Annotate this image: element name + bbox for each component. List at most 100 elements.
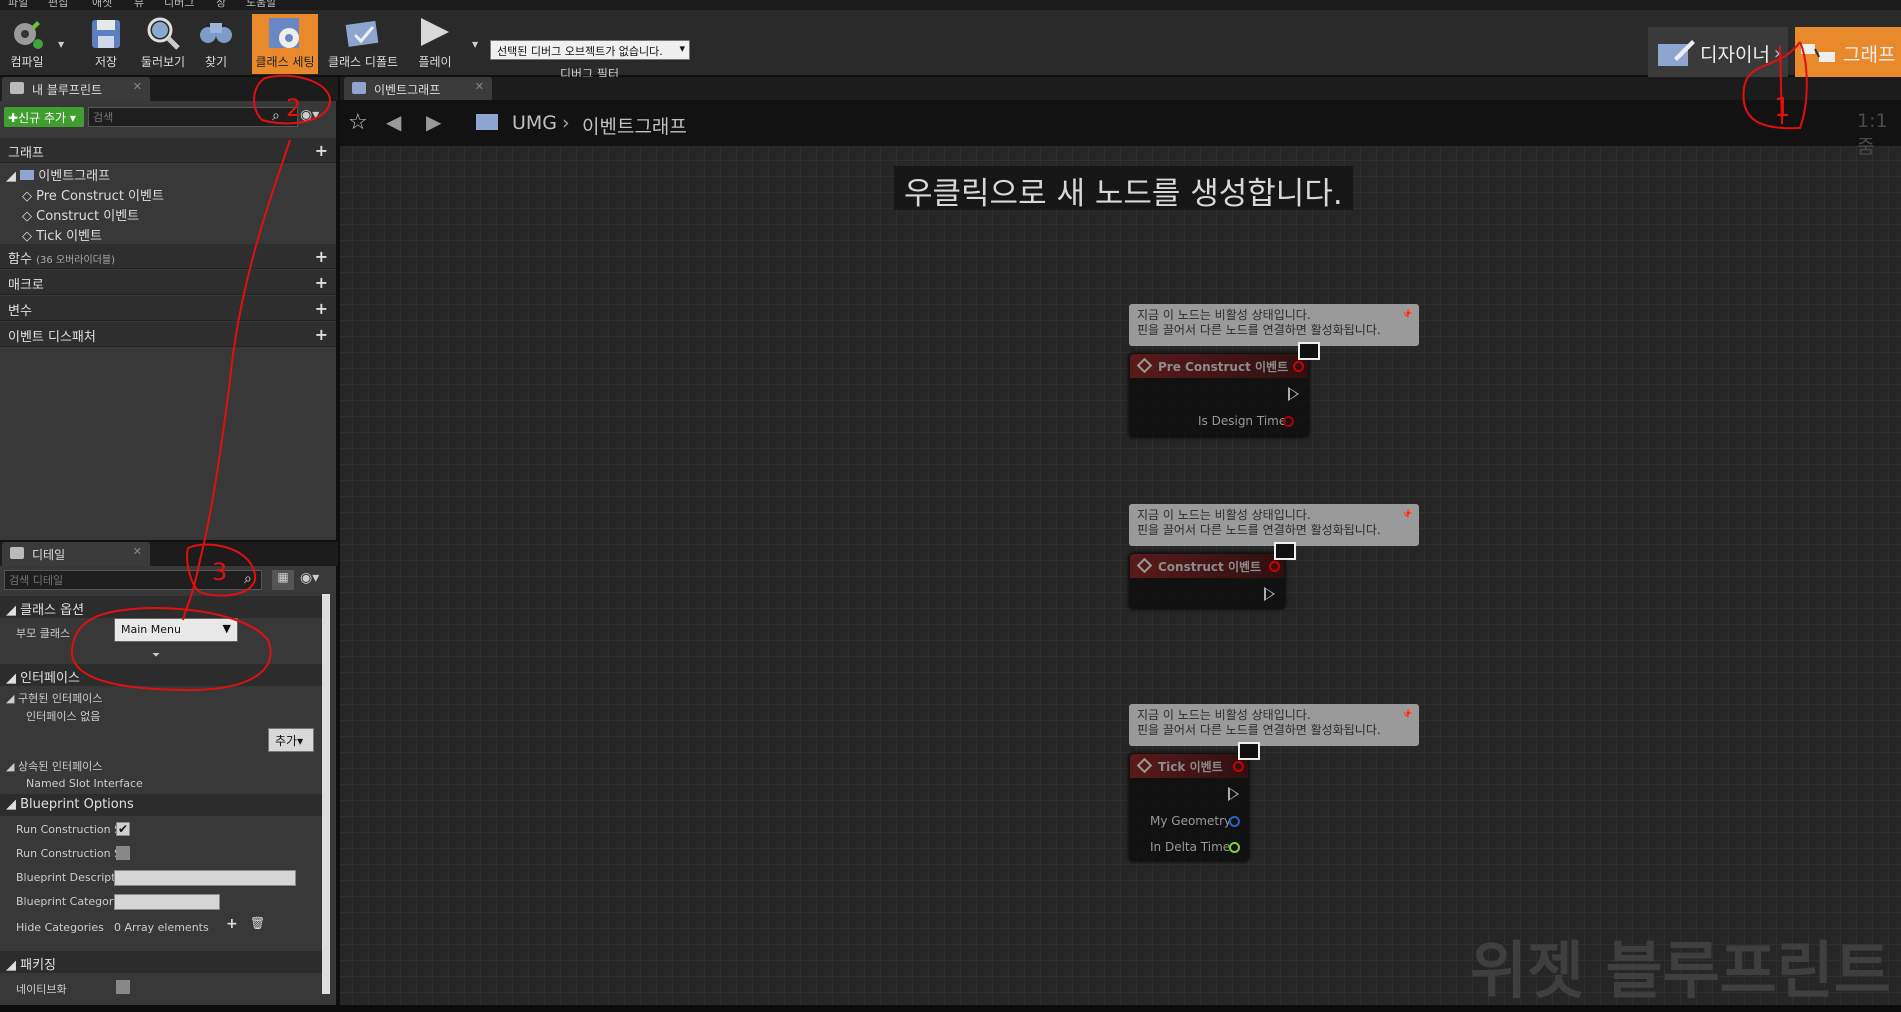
graph-icon xyxy=(20,170,35,180)
variables-section-header[interactable]: 변수 + xyxy=(0,296,336,321)
tree-item-construct[interactable]: ◇ Construct 이벤트 xyxy=(22,205,139,224)
breadcrumb-current[interactable]: 이벤트그래프 xyxy=(582,112,687,139)
book-icon xyxy=(10,82,24,94)
no-interfaces-label: 인터페이스 없음 xyxy=(26,710,101,723)
magnifier-icon xyxy=(147,17,180,50)
parent-class-dropdown[interactable]: Main Menu ▼ xyxy=(114,618,238,642)
breadcrumb-separator-icon: › xyxy=(562,112,570,134)
save-button[interactable]: 저장 xyxy=(80,14,132,74)
close-icon[interactable]: ✕ xyxy=(475,80,484,93)
add-interface-button[interactable]: 추가▾ xyxy=(268,728,314,752)
bool-output-pin[interactable] xyxy=(1283,416,1294,427)
blueprint-description-label: Blueprint Descriptio xyxy=(16,871,126,884)
event-node-construct[interactable]: Construct 이벤트 xyxy=(1129,553,1285,609)
run-construction-checkbox-1[interactable]: ✔ xyxy=(116,822,130,836)
details-search-input[interactable] xyxy=(4,570,262,590)
add-dispatcher-plus-icon[interactable]: + xyxy=(315,325,328,344)
close-icon[interactable]: ✕ xyxy=(133,545,142,558)
tab-event-graph[interactable]: 이벤트그래프 ✕ xyxy=(344,77,492,101)
event-dispatchers-section-header[interactable]: 이벤트 디스패처 + xyxy=(0,322,336,347)
exec-output-pin[interactable] xyxy=(1228,787,1239,801)
tree-item-tick[interactable]: ◇ Tick 이벤트 xyxy=(22,225,102,244)
float-output-pin[interactable] xyxy=(1229,842,1240,853)
menu-asset[interactable]: 애셋 xyxy=(92,0,112,10)
interfaces-header[interactable]: ◢ 인터페이스 xyxy=(0,664,322,686)
tree-item-event-graph[interactable]: ◢ 이벤트그래프 xyxy=(6,165,110,184)
run-construction-checkbox-2[interactable] xyxy=(116,846,130,860)
macros-section-header[interactable]: 매크로 + xyxy=(0,270,336,295)
play-options-chevron-icon[interactable]: ▼ xyxy=(472,40,478,49)
blueprint-category-field[interactable] xyxy=(114,894,220,910)
add-macro-plus-icon[interactable]: + xyxy=(315,273,328,292)
menu-bar: 파일 편집 애셋 뷰 디버그 창 도움말 xyxy=(0,0,1901,10)
compile-options-chevron-icon[interactable]: ▼ xyxy=(58,40,64,49)
node-comment-bubble: 지금 이 노드는 비활성 상태입니다. 핀을 끌어서 다른 노드를 연결하면 활… xyxy=(1129,504,1419,546)
class-defaults-button[interactable]: 클래스 디폴트 xyxy=(324,14,402,74)
zoom-level: 1:1 줌 xyxy=(1857,110,1888,158)
star-icon[interactable]: ☆ xyxy=(348,110,368,135)
tab-my-blueprint[interactable]: 내 블루프린트 ✕ xyxy=(2,77,150,101)
event-node-tick[interactable]: Tick 이벤트 My Geometry In Delta Time xyxy=(1129,753,1249,861)
browse-button[interactable]: 둘러보기 xyxy=(134,14,192,74)
class-settings-button[interactable]: 클래스 세팅 xyxy=(252,14,318,74)
details-scrollbar[interactable] xyxy=(322,594,330,994)
graph-mode-button[interactable]: 그래프 xyxy=(1795,27,1901,79)
grid-view-icon[interactable]: ▦ xyxy=(272,570,294,590)
compile-button[interactable]: 컴파일 xyxy=(2,14,52,74)
graphs-section-header[interactable]: 그래프 + xyxy=(0,138,336,163)
blueprint-description-field[interactable] xyxy=(114,870,296,886)
find-button[interactable]: 찾기 xyxy=(194,14,238,74)
expand-advanced-icon[interactable]: ⏷ xyxy=(152,650,160,661)
pin-label-my-geometry: My Geometry xyxy=(1150,814,1232,828)
pin-comment-icon[interactable]: 📌 xyxy=(1402,508,1413,523)
trash-icon[interactable]: 🗑 xyxy=(250,916,265,930)
pin-comment-icon[interactable]: 📌 xyxy=(1402,308,1413,323)
graph-canvas[interactable] xyxy=(340,100,1901,1005)
designer-pencil-icon xyxy=(1658,40,1695,66)
tree-item-pre-construct[interactable]: ◇ Pre Construct 이벤트 xyxy=(22,185,164,204)
run-construction-label-2: Run Construction S xyxy=(16,847,122,860)
back-arrow-icon[interactable]: ◀ xyxy=(386,110,401,134)
details-panel: ⌕ ▦ ◉▾ ◢ 클래스 옵션 부모 클래스 Main Menu ▼ ⏷ ◢ 인… xyxy=(0,566,336,1005)
breadcrumb-chevron-icon: › xyxy=(1773,42,1782,64)
nativize-label: 네이티브화 xyxy=(16,983,67,996)
exec-output-pin[interactable] xyxy=(1264,587,1275,601)
designer-mode-button[interactable]: 디자이너 › xyxy=(1648,27,1788,79)
nativize-checkbox[interactable] xyxy=(116,980,130,994)
close-icon[interactable]: ✕ xyxy=(133,80,142,93)
pin-comment-icon[interactable]: 📌 xyxy=(1402,708,1413,723)
menu-help[interactable]: 도움말 xyxy=(246,0,276,10)
class-options-header[interactable]: ◢ 클래스 옵션 xyxy=(0,596,322,618)
delegate-pin[interactable] xyxy=(1269,561,1280,572)
delegate-pin[interactable] xyxy=(1233,761,1244,772)
event-node-pre-construct[interactable]: Pre Construct 이벤트 Is Design Time xyxy=(1129,353,1309,437)
forward-arrow-icon[interactable]: ▶ xyxy=(426,110,441,134)
blueprint-search-input[interactable] xyxy=(88,107,298,127)
menu-edit[interactable]: 편집 xyxy=(48,0,68,10)
menu-debug[interactable]: 디버그 xyxy=(164,0,194,10)
play-button[interactable]: 플레이 xyxy=(410,14,460,74)
hide-categories-label: Hide Categories xyxy=(16,921,104,934)
breadcrumb-root[interactable]: UMG xyxy=(512,112,557,134)
debug-object-select[interactable]: 선택된 디버그 오브젝트가 없습니다. xyxy=(490,40,690,60)
delegate-pin[interactable] xyxy=(1293,361,1304,372)
visibility-eye-icon[interactable]: ◉▾ xyxy=(300,570,319,586)
add-function-plus-icon[interactable]: + xyxy=(315,247,328,266)
blueprint-options-header[interactable]: ◢ Blueprint Options xyxy=(0,794,322,816)
menu-view[interactable]: 뷰 xyxy=(134,0,144,10)
exec-output-pin[interactable] xyxy=(1288,387,1299,401)
tab-details[interactable]: 디테일 ✕ xyxy=(2,542,150,566)
add-element-plus-icon[interactable]: + xyxy=(226,916,238,932)
struct-output-pin[interactable] xyxy=(1229,816,1240,827)
functions-section-header[interactable]: 함수 (36 오버라이더블) + xyxy=(0,244,336,269)
visibility-eye-icon[interactable]: ◉▾ xyxy=(300,107,319,123)
plus-icon: ✚ xyxy=(8,111,19,125)
menu-window[interactable]: 창 xyxy=(216,0,226,10)
graph-breadcrumb-icon xyxy=(476,114,498,130)
add-variable-plus-icon[interactable]: + xyxy=(315,299,328,318)
menu-file[interactable]: 파일 xyxy=(8,0,28,10)
add-graph-plus-icon[interactable]: + xyxy=(315,141,328,160)
add-new-button[interactable]: ✚신규 추가 ▾ xyxy=(4,107,84,127)
packaging-header[interactable]: ◢ 패키징 xyxy=(0,951,322,973)
details-magnifier-icon xyxy=(10,547,24,559)
